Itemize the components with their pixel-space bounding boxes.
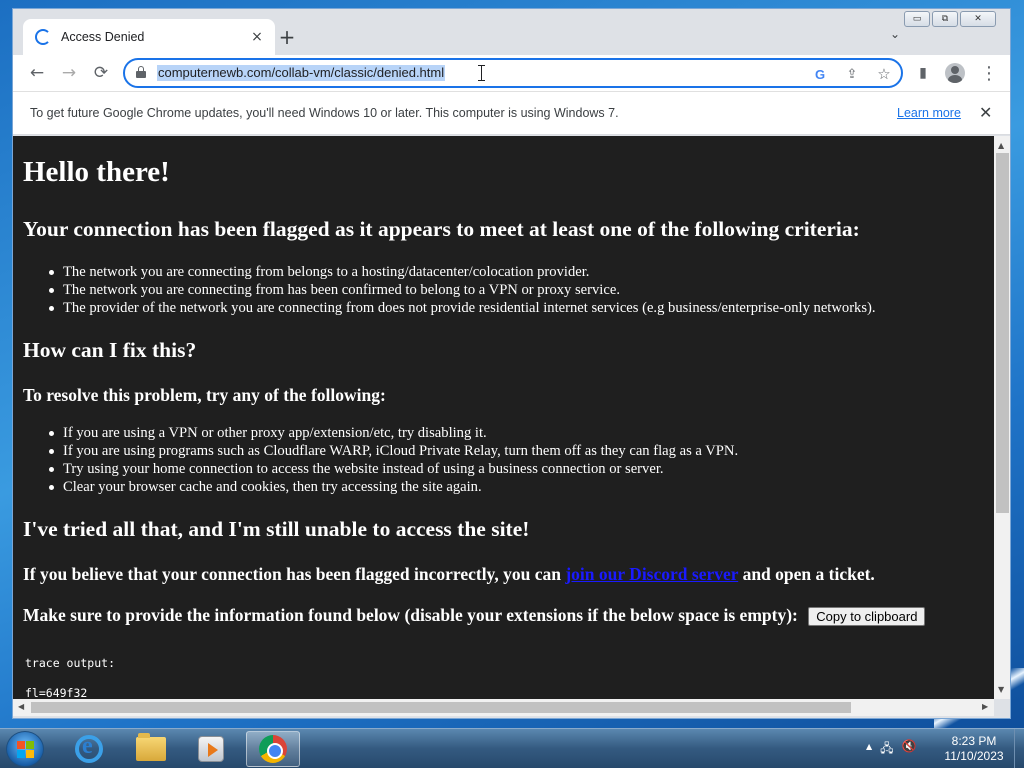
chrome-window: Access Denied × + ⌄ ▭ ⧉ ✕ ← → ⟳ computer… bbox=[12, 8, 1011, 719]
system-tray: ▲ 🖧 🔇 bbox=[866, 739, 917, 760]
provide-info-paragraph: Make sure to provide the information fou… bbox=[23, 605, 926, 627]
windows-logo-icon bbox=[17, 741, 35, 759]
lock-icon[interactable] bbox=[136, 66, 146, 78]
close-window-button[interactable]: ✕ bbox=[960, 11, 996, 27]
list-item: The network you are connecting from belo… bbox=[49, 263, 876, 281]
loading-spinner-icon bbox=[35, 29, 51, 45]
list-item: The network you are connecting from has … bbox=[49, 281, 876, 299]
criteria-list: The network you are connecting from belo… bbox=[49, 263, 876, 317]
bookmark-star-icon[interactable]: ☆ bbox=[875, 65, 893, 83]
share-icon[interactable]: ⇪ bbox=[843, 65, 861, 83]
volume-muted-icon[interactable]: 🔇 bbox=[902, 739, 917, 760]
list-item: Try using your home connection to access… bbox=[48, 460, 738, 478]
list-item: If you are using programs such as Cloudf… bbox=[48, 443, 739, 459]
browser-toolbar: ← → ⟳ computernewb.com/collab-vm/classic… bbox=[13, 55, 1010, 91]
learn-more-link[interactable]: Learn more bbox=[897, 106, 961, 120]
clock-time: 8:23 PM bbox=[951, 734, 997, 748]
incorrect-after-text: and open a ticket. bbox=[738, 564, 875, 584]
discord-link[interactable]: join our Discord server bbox=[565, 564, 738, 584]
start-button[interactable] bbox=[6, 731, 44, 767]
fixes-list: If you are using a VPN or other proxy ap… bbox=[48, 424, 739, 496]
internet-explorer-icon bbox=[75, 733, 103, 763]
folder-icon bbox=[136, 733, 166, 761]
forward-button[interactable]: → bbox=[57, 61, 81, 85]
back-button[interactable]: ← bbox=[25, 61, 49, 85]
tab-close-icon[interactable]: × bbox=[247, 27, 267, 47]
trace-label: trace output: bbox=[25, 656, 116, 670]
tab-access-denied[interactable]: Access Denied × bbox=[23, 19, 275, 55]
chrome-icon bbox=[259, 735, 287, 763]
scroll-left-icon[interactable]: ◀ bbox=[18, 702, 24, 711]
tab-search-icon[interactable]: ⌄ bbox=[890, 27, 900, 41]
network-icon[interactable]: 🖧 bbox=[880, 739, 893, 760]
copy-to-clipboard-button[interactable]: Copy to clipboard bbox=[808, 607, 926, 627]
infobar-close-icon[interactable]: ✕ bbox=[979, 103, 992, 122]
show-hidden-icons-icon[interactable]: ▲ bbox=[866, 739, 872, 760]
tab-strip: Access Denied × + ⌄ ▭ ⧉ ✕ bbox=[13, 9, 1010, 55]
resolve-heading: To resolve this problem, try any of the … bbox=[23, 385, 386, 405]
maximize-button[interactable]: ⧉ bbox=[932, 11, 958, 27]
taskbar-internet-explorer[interactable] bbox=[62, 731, 116, 767]
tried-heading: I've tried all that, and I'm still unabl… bbox=[23, 517, 530, 541]
profile-button[interactable] bbox=[943, 61, 967, 85]
taskbar-media-player[interactable] bbox=[184, 731, 238, 767]
provide-info-text: Make sure to provide the information fou… bbox=[23, 605, 798, 625]
window-controls: ▭ ⧉ ✕ bbox=[904, 11, 996, 27]
taskbar: ▲ 🖧 🔇 8:23 PM 11/10/2023 bbox=[0, 728, 1024, 768]
minimize-button[interactable]: ▭ bbox=[904, 11, 930, 27]
page-heading: Hello there! bbox=[23, 156, 170, 188]
media-player-icon bbox=[198, 736, 224, 762]
vertical-scrollbar[interactable]: ▲ ▼ bbox=[994, 136, 1010, 699]
menu-kebab-icon[interactable]: ⋮ bbox=[977, 61, 1001, 85]
stop-reload-button[interactable]: ⟳ bbox=[89, 61, 113, 85]
text-cursor-icon bbox=[478, 65, 485, 81]
incorrect-flag-paragraph: If you believe that your connection has … bbox=[23, 564, 875, 585]
clock[interactable]: 8:23 PM 11/10/2023 bbox=[938, 734, 1010, 764]
google-lens-icon[interactable]: G bbox=[811, 65, 829, 83]
tab-title: Access Denied bbox=[61, 30, 145, 44]
scroll-right-icon[interactable]: ▶ bbox=[982, 702, 988, 711]
trace-line: fl=649f32 bbox=[25, 686, 88, 699]
scroll-down-icon[interactable]: ▼ bbox=[998, 685, 1004, 694]
incorrect-before-text: If you believe that your connection has … bbox=[23, 564, 566, 584]
infobar-message: To get future Google Chrome updates, you… bbox=[30, 106, 619, 120]
scroll-up-icon[interactable]: ▲ bbox=[998, 141, 1004, 150]
list-item: Clear your browser cache and cookies, th… bbox=[48, 478, 738, 496]
list-item: If you are using a VPN or other proxy ap… bbox=[48, 424, 738, 442]
profile-avatar-icon bbox=[945, 63, 965, 83]
flagged-heading: Your connection has been flagged as it a… bbox=[23, 217, 860, 241]
horizontal-scrollbar[interactable]: ◀ ▶ bbox=[13, 699, 994, 716]
fix-heading: How can I fix this? bbox=[23, 338, 197, 362]
vertical-scroll-thumb[interactable] bbox=[996, 153, 1009, 513]
taskbar-file-explorer[interactable] bbox=[124, 731, 178, 767]
taskbar-chrome[interactable] bbox=[246, 731, 300, 767]
list-item: The provider of the network you are conn… bbox=[49, 300, 876, 316]
clock-date: 11/10/2023 bbox=[944, 749, 1004, 763]
show-desktop-button[interactable] bbox=[1014, 729, 1024, 768]
page-content: Hello there! Your connection has been fl… bbox=[13, 136, 994, 699]
update-infobar: To get future Google Chrome updates, you… bbox=[13, 91, 1010, 135]
horizontal-scroll-thumb[interactable] bbox=[31, 702, 851, 713]
url-text[interactable]: computernewb.com/collab-vm/classic/denie… bbox=[157, 65, 446, 81]
side-panel-icon[interactable]: ▮ bbox=[911, 61, 935, 85]
new-tab-button[interactable]: + bbox=[275, 25, 299, 49]
address-bar[interactable]: computernewb.com/collab-vm/classic/denie… bbox=[123, 58, 903, 88]
